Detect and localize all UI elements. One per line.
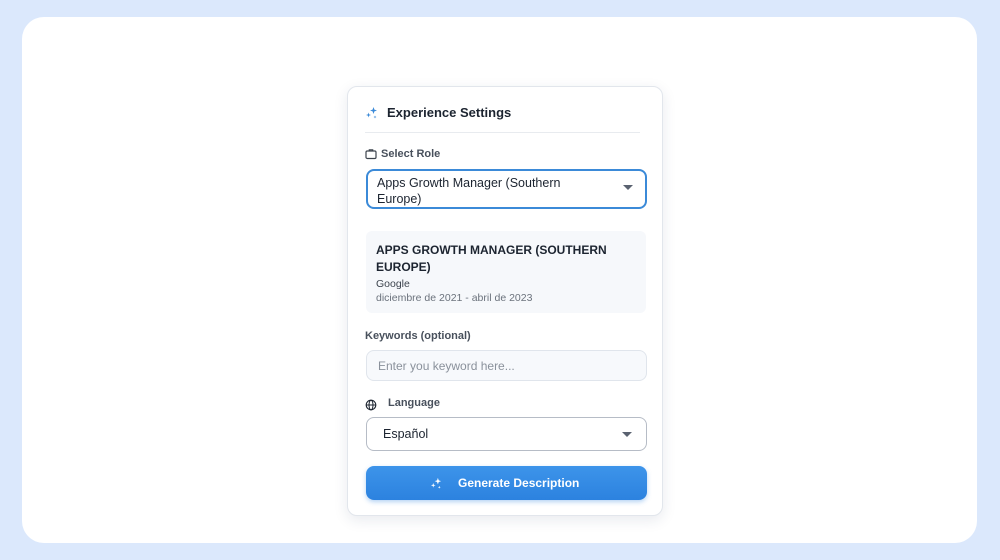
- card-title: Experience Settings: [387, 105, 512, 120]
- briefcase-icon: [365, 149, 377, 160]
- role-select[interactable]: Apps Growth Manager (Southern Europe): [366, 169, 647, 209]
- role-details-company: Google: [376, 278, 410, 290]
- language-select-value: Español: [383, 427, 429, 441]
- globe-icon: [365, 399, 377, 411]
- role-details-dates: diciembre de 2021 - abril de 2023: [376, 292, 533, 304]
- sparkle-icon: [366, 107, 377, 119]
- select-role-label: Select Role: [381, 148, 441, 160]
- chevron-down-icon: [623, 185, 633, 190]
- experience-settings-card: Experience Settings Select Role Apps Gro…: [347, 86, 663, 516]
- role-details-title: APPS GROWTH MANAGER (SOUTHERN EUROPE): [376, 243, 607, 274]
- language-label: Language: [388, 397, 440, 409]
- chevron-down-icon: [622, 432, 632, 437]
- role-select-value: Apps Growth Manager (Southern Europe): [377, 176, 561, 206]
- keywords-input[interactable]: [366, 350, 647, 381]
- card-header: Experience Settings: [365, 105, 640, 133]
- language-select[interactable]: Español: [366, 417, 647, 451]
- generate-description-button[interactable]: Generate Description: [366, 466, 647, 500]
- sparkle-icon: [430, 477, 442, 489]
- role-details-panel: APPS GROWTH MANAGER (SOUTHERN EUROPE) Go…: [366, 231, 646, 313]
- app-frame: Experience Settings Select Role Apps Gro…: [22, 17, 977, 543]
- keywords-label: Keywords (optional): [365, 330, 471, 342]
- generate-description-label: Generate Description: [458, 476, 580, 490]
